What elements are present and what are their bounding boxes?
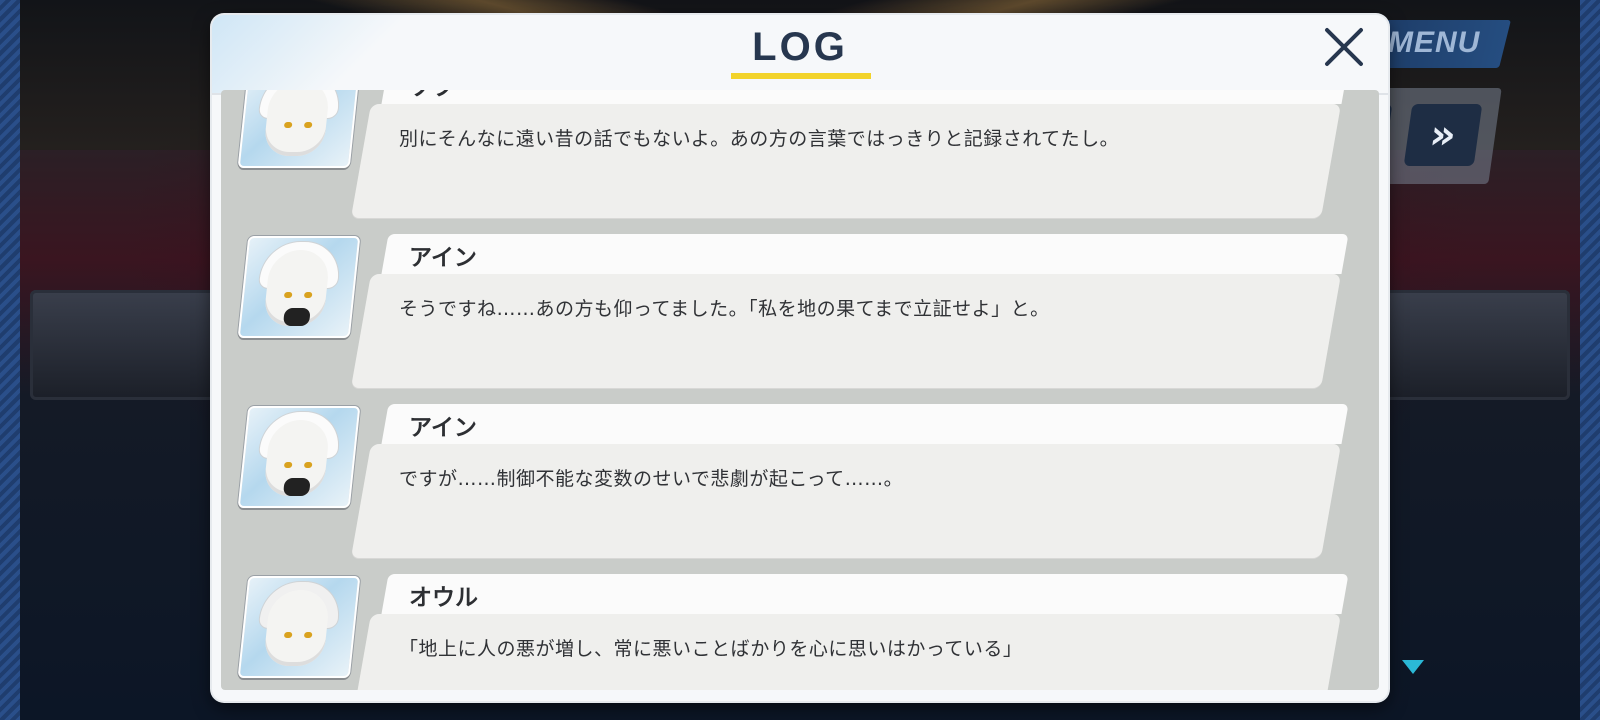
dialogue-text: 別にそんなに遠い昔の話でもないよ。あの方の言葉ではっきりと記録されてたし。 bbox=[399, 128, 1120, 150]
log-entry: アイン ですが……制御不能な変数のせいで悲劇が起こって……。 bbox=[221, 404, 1379, 574]
speaker-name: オウル bbox=[409, 585, 478, 611]
left-border bbox=[0, 0, 20, 720]
speaker-name: ソフ bbox=[409, 90, 455, 102]
dialogue-box bbox=[350, 104, 1342, 218]
right-border bbox=[1580, 0, 1600, 720]
dialogue-text: 「地上に人の悪が増し、常に悪いことばかりを心に思いはかっている」 bbox=[399, 638, 1023, 660]
dialogue-pointer bbox=[366, 468, 378, 488]
dialogue-text: ですが……制御不能な変数のせいで悲劇が起こって……。 bbox=[399, 468, 904, 490]
dialogue-box bbox=[350, 444, 1342, 558]
portrait-mask bbox=[282, 478, 311, 496]
dialog-header: LOG bbox=[212, 15, 1388, 95]
log-list: ソフ 別にそんなに遠い昔の話でもないよ。あの方の言葉ではっきりと記録されてたし。… bbox=[221, 90, 1379, 690]
log-dialog: LOG ソフ 別にそんなに遠い昔の話でもないよ。あの方の言葉ではっきりと記録され… bbox=[212, 15, 1388, 701]
title-underline bbox=[731, 73, 871, 79]
log-entry: オウル 「地上に人の悪が増し、常に悪いことばかりを心に思いはかっている」 bbox=[221, 574, 1379, 690]
dialogue-pointer bbox=[366, 128, 378, 148]
dialogue-box bbox=[350, 274, 1342, 388]
fast-forward-button[interactable]: » bbox=[1403, 104, 1483, 166]
log-scroll-area[interactable]: ソフ 別にそんなに遠い昔の話でもないよ。あの方の言葉ではっきりと記録されてたし。… bbox=[221, 90, 1379, 690]
scroll-down-icon[interactable] bbox=[1402, 660, 1424, 674]
dialogue-text: そうですね……あの方も仰ってました。「私を地の果てまで立証せよ」と。 bbox=[399, 298, 1050, 320]
portrait-mask bbox=[282, 308, 311, 326]
menu-button-label[interactable]: MENU bbox=[1388, 26, 1480, 60]
dialog-title: LOG bbox=[752, 25, 848, 69]
log-entry: アイン そうですね……あの方も仰ってました。「私を地の果てまで立証せよ」と。 bbox=[221, 234, 1379, 404]
speaker-name: アイン bbox=[409, 245, 477, 271]
name-plate bbox=[381, 574, 1349, 614]
close-icon[interactable] bbox=[1322, 25, 1366, 69]
portrait-face bbox=[262, 90, 331, 156]
name-plate bbox=[381, 404, 1349, 444]
speaker-portrait bbox=[237, 90, 361, 168]
fast-forward-icon: » bbox=[1426, 112, 1460, 158]
log-entry: ソフ 別にそんなに遠い昔の話でもないよ。あの方の言葉ではっきりと記録されてたし。 bbox=[221, 90, 1379, 234]
speaker-portrait bbox=[237, 576, 361, 678]
speaker-name: アイン bbox=[409, 415, 477, 441]
speaker-portrait bbox=[237, 406, 361, 508]
dialogue-pointer bbox=[366, 638, 378, 658]
name-plate bbox=[381, 234, 1349, 274]
speaker-portrait bbox=[237, 236, 361, 338]
dialogue-pointer bbox=[366, 298, 378, 318]
name-plate bbox=[381, 90, 1349, 104]
